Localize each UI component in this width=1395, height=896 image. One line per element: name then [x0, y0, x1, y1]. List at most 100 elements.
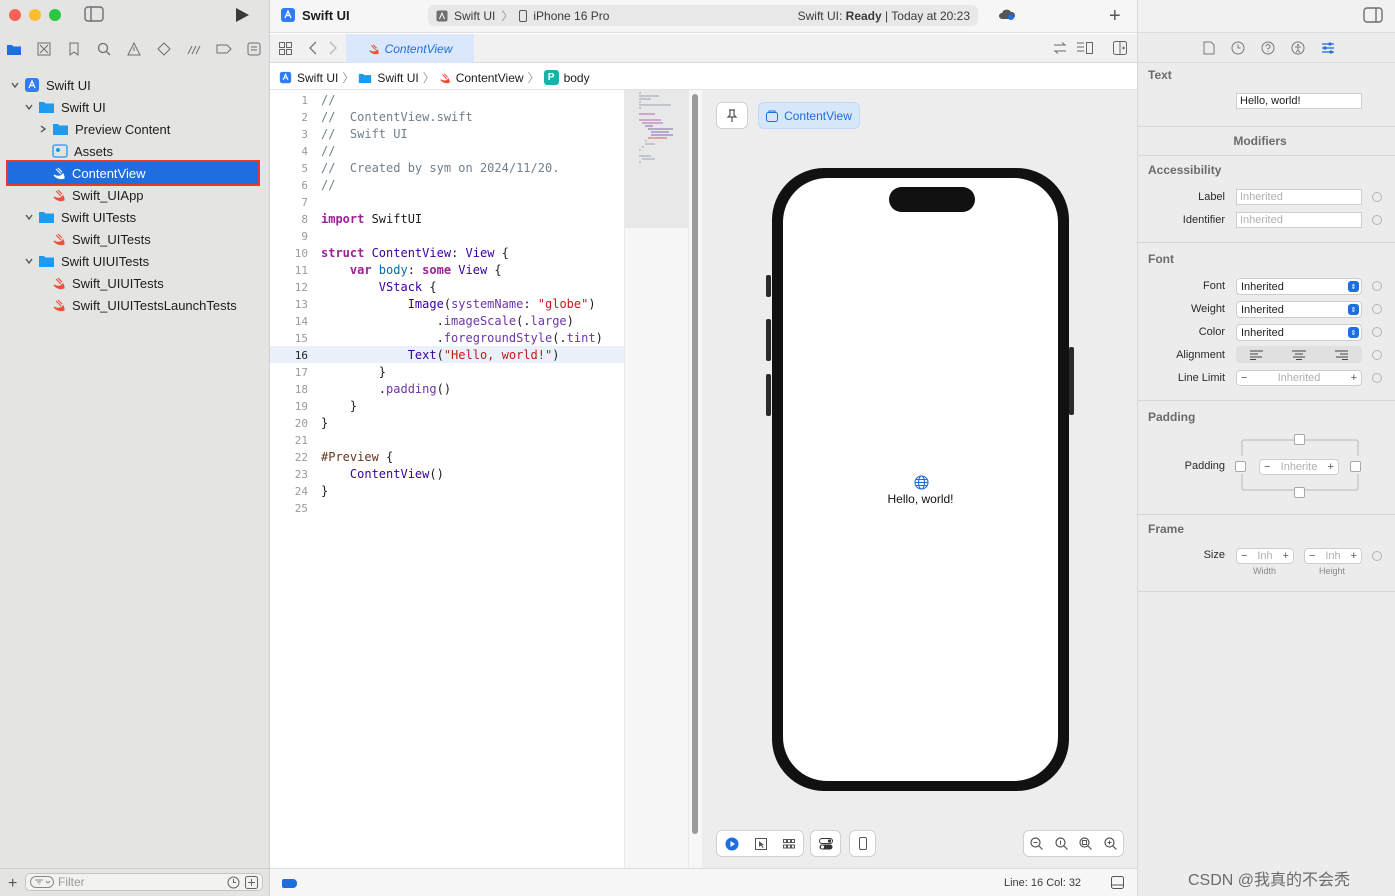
- padding-top-checkbox[interactable]: [1294, 434, 1305, 445]
- run-icon[interactable]: [233, 6, 251, 24]
- history-inspector-icon[interactable]: [1231, 41, 1245, 55]
- minimize-window-button[interactable]: [29, 9, 41, 21]
- filter-options-icon[interactable]: [30, 876, 54, 888]
- zoom-out-icon[interactable]: [1030, 837, 1043, 850]
- inspector-area-icon[interactable]: [1111, 876, 1124, 889]
- add-library-icon[interactable]: +: [1109, 5, 1121, 28]
- tree-item-swift-uiuitests-group[interactable]: Swift UIUITests: [0, 250, 270, 272]
- height-stepper[interactable]: − Inh +: [1304, 548, 1362, 564]
- breadcrumb-file[interactable]: ContentView: [456, 71, 524, 85]
- breadcrumb-symbol[interactable]: body: [564, 71, 590, 85]
- file-inspector-icon[interactable]: [1203, 41, 1215, 55]
- tree-item-swift-uitests-group[interactable]: Swift UITests: [0, 206, 270, 228]
- reset-indicator[interactable]: [1372, 215, 1382, 225]
- reset-indicator[interactable]: [1372, 551, 1382, 561]
- increment-icon[interactable]: +: [1351, 372, 1357, 384]
- editor-options-icon[interactable]: [1076, 41, 1094, 55]
- zoom-actual-icon[interactable]: [1055, 837, 1068, 850]
- decrement-icon[interactable]: −: [1264, 461, 1270, 473]
- debug-area-toggle-icon[interactable]: [282, 879, 297, 888]
- align-trailing-icon[interactable]: [1320, 346, 1362, 363]
- filter-input[interactable]: Filter: [25, 873, 263, 891]
- source-control-filter-icon[interactable]: [245, 876, 258, 889]
- reset-indicator[interactable]: [1372, 327, 1382, 337]
- device-settings-button[interactable]: [810, 830, 841, 857]
- selectable-mode-icon[interactable]: [755, 837, 767, 850]
- debug-icon[interactable]: [186, 41, 202, 57]
- find-icon[interactable]: [96, 41, 112, 57]
- text-value-field[interactable]: Hello, world!: [1236, 93, 1362, 109]
- attributes-inspector-icon[interactable]: [1321, 41, 1335, 55]
- accessibility-inspector-icon[interactable]: [1291, 41, 1305, 55]
- tab-contentview[interactable]: ContentView: [346, 34, 474, 63]
- reset-indicator[interactable]: [1372, 350, 1382, 360]
- align-center-icon[interactable]: [1278, 346, 1320, 363]
- zoom-in-icon[interactable]: [1104, 837, 1118, 850]
- decrement-icon[interactable]: −: [1309, 550, 1315, 562]
- scrollbar-thumb[interactable]: [692, 94, 698, 834]
- pin-preview-button[interactable]: [716, 102, 748, 129]
- scheme-activity-bar[interactable]: Swift UI 〉 iPhone 16 Pro Swift UI: Ready…: [428, 5, 978, 26]
- decrement-icon[interactable]: −: [1241, 550, 1247, 562]
- tree-item-preview-content[interactable]: Preview Content: [0, 118, 270, 140]
- sidebar-toggle-icon[interactable]: [84, 6, 104, 22]
- accessibility-identifier-input[interactable]: Inherited: [1236, 212, 1362, 228]
- zoom-fit-icon[interactable]: [1079, 837, 1093, 850]
- line-limit-stepper[interactable]: − Inherited +: [1236, 370, 1362, 386]
- chevron-right-icon[interactable]: [328, 41, 338, 55]
- grid-related-items-icon[interactable]: [279, 42, 292, 55]
- padding-stepper[interactable]: − Inherite +: [1259, 459, 1339, 475]
- align-leading-icon[interactable]: [1236, 346, 1278, 363]
- reset-indicator[interactable]: [1372, 192, 1382, 202]
- folder-navigator-icon[interactable]: [6, 41, 22, 57]
- editor-scrollbar[interactable]: [688, 90, 702, 868]
- tree-item-swift-ui-group[interactable]: Swift UI: [0, 96, 270, 118]
- increment-icon[interactable]: +: [1283, 550, 1289, 562]
- bookmark-icon[interactable]: [66, 41, 82, 57]
- tree-item-swift-uitests[interactable]: Swift_UITests: [0, 228, 270, 250]
- breadcrumb-project[interactable]: Swift UI: [297, 71, 338, 85]
- weight-popup[interactable]: Inherited ⇕: [1236, 301, 1362, 318]
- width-stepper[interactable]: − Inh +: [1236, 548, 1294, 564]
- reset-indicator[interactable]: [1372, 281, 1382, 291]
- color-popup[interactable]: Inherited ⇕: [1236, 324, 1362, 341]
- padding-trailing-checkbox[interactable]: [1350, 461, 1361, 472]
- increment-icon[interactable]: +: [1351, 550, 1357, 562]
- font-popup[interactable]: Inherited ⇕: [1236, 278, 1362, 295]
- minimap[interactable]: [624, 90, 689, 868]
- tree-item-project[interactable]: Swift UI: [0, 74, 270, 96]
- tree-item-swift-uiapp[interactable]: Swift_UIApp: [0, 184, 270, 206]
- source-editor[interactable]: 1 2 3 4 5 6 7 8 9 10 11 12 13 14 15 16 1…: [270, 90, 624, 868]
- split-editor-icon[interactable]: [1113, 41, 1127, 55]
- tree-item-swift-uiuitestslaunchtests[interactable]: Swift_UIUITestsLaunchTests: [0, 294, 270, 316]
- increment-icon[interactable]: +: [1328, 461, 1334, 473]
- tree-item-swift-uiuitests[interactable]: Swift_UIUITests: [0, 272, 270, 294]
- breakpoint-icon[interactable]: [216, 41, 232, 57]
- device-picker-button[interactable]: [849, 830, 876, 857]
- issue-icon[interactable]: [126, 41, 142, 57]
- source-control-icon[interactable]: [36, 41, 52, 57]
- inspector-toggle-icon[interactable]: [1363, 7, 1383, 23]
- breadcrumb-group[interactable]: Swift UI: [377, 71, 418, 85]
- report-icon[interactable]: [246, 41, 262, 57]
- swap-icon[interactable]: [1053, 42, 1067, 54]
- scheme-device[interactable]: iPhone 16 Pro: [533, 9, 609, 23]
- help-inspector-icon[interactable]: [1261, 41, 1275, 55]
- padding-leading-checkbox[interactable]: [1235, 461, 1246, 472]
- reset-indicator[interactable]: [1372, 304, 1382, 314]
- tree-item-assets[interactable]: Assets: [0, 140, 270, 162]
- decrement-icon[interactable]: −: [1241, 372, 1247, 384]
- variants-icon[interactable]: [783, 838, 795, 849]
- add-icon[interactable]: +: [8, 875, 17, 893]
- reset-indicator[interactable]: [1372, 373, 1382, 383]
- cloud-toggle-icon[interactable]: [998, 8, 1016, 22]
- zoom-window-button[interactable]: [49, 9, 61, 21]
- padding-bottom-checkbox[interactable]: [1294, 487, 1305, 498]
- scheme-project[interactable]: Swift UI: [454, 9, 495, 23]
- device-screen[interactable]: Hello, world!: [783, 178, 1058, 781]
- test-icon[interactable]: [156, 41, 172, 57]
- live-preview-icon[interactable]: [725, 837, 739, 851]
- recent-files-icon[interactable]: [227, 876, 240, 889]
- close-window-button[interactable]: [9, 9, 21, 21]
- accessibility-label-input[interactable]: Inherited: [1236, 189, 1362, 205]
